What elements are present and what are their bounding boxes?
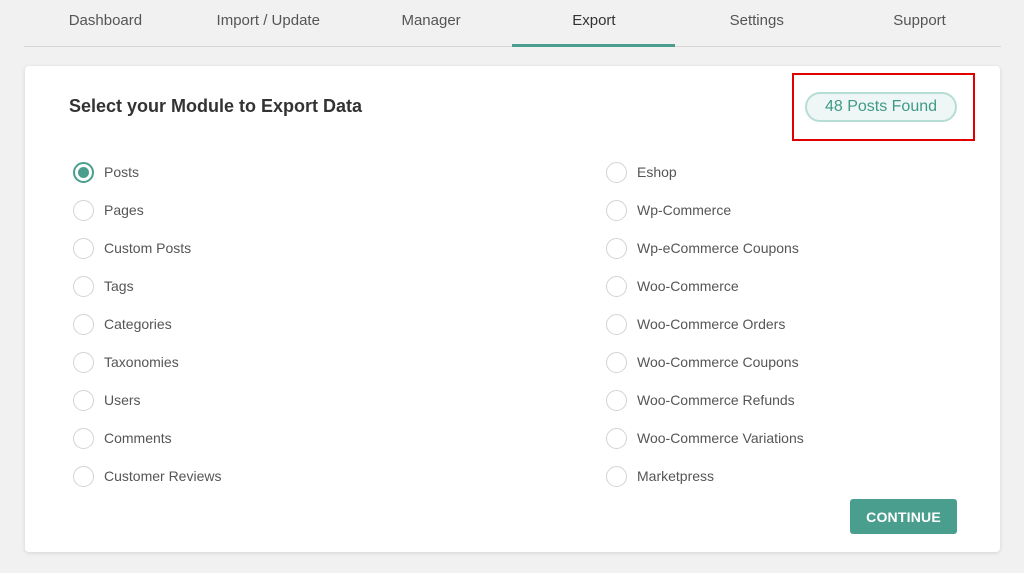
module-option-comments[interactable]: Comments xyxy=(73,419,221,457)
radio-button[interactable] xyxy=(606,237,627,259)
module-list-left: Posts Pages Custom Posts Tags Categories… xyxy=(73,153,221,495)
module-label: Woo-Commerce xyxy=(637,278,739,294)
radio-button[interactable] xyxy=(73,237,94,259)
module-option-eshop[interactable]: Eshop xyxy=(606,153,804,191)
module-option-taxonomies[interactable]: Taxonomies xyxy=(73,343,221,381)
module-label: Comments xyxy=(104,430,172,446)
module-list-right: Eshop Wp-Commerce Wp-eCommerce Coupons W… xyxy=(606,153,804,495)
radio-button[interactable] xyxy=(606,199,627,221)
module-option-posts[interactable]: Posts xyxy=(73,153,221,191)
export-card: Select your Module to Export Data 48 Pos… xyxy=(25,66,1000,552)
tab-bar: Dashboard Import / Update Manager Export… xyxy=(24,0,1001,47)
tab-export[interactable]: Export xyxy=(512,0,676,47)
radio-button[interactable] xyxy=(606,351,627,373)
module-option-users[interactable]: Users xyxy=(73,381,221,419)
module-label: Categories xyxy=(104,316,172,332)
module-label: Woo-Commerce Variations xyxy=(637,430,804,446)
tab-support[interactable]: Support xyxy=(838,0,1001,46)
radio-button[interactable] xyxy=(606,313,627,335)
module-label: Pages xyxy=(104,202,144,218)
module-option-woo-commerce-orders[interactable]: Woo-Commerce Orders xyxy=(606,305,804,343)
tab-import-update[interactable]: Import / Update xyxy=(187,0,350,46)
radio-button[interactable] xyxy=(606,275,627,297)
module-label: Customer Reviews xyxy=(104,468,222,484)
page-title: Select your Module to Export Data xyxy=(69,96,363,116)
module-label: Eshop xyxy=(637,164,677,180)
radio-button[interactable] xyxy=(73,161,94,183)
radio-button[interactable] xyxy=(606,161,627,183)
radio-button[interactable] xyxy=(606,465,627,487)
module-label: Wp-Commerce xyxy=(637,202,732,218)
module-option-wp-ecommerce-coupons[interactable]: Wp-eCommerce Coupons xyxy=(606,229,804,267)
radio-button[interactable] xyxy=(73,351,94,373)
module-option-customer-reviews[interactable]: Customer Reviews xyxy=(73,457,221,495)
module-option-marketpress[interactable]: Marketpress xyxy=(606,457,804,495)
module-label: Posts xyxy=(104,164,140,180)
module-option-woo-commerce-refunds[interactable]: Woo-Commerce Refunds xyxy=(606,381,804,419)
module-option-wp-commerce[interactable]: Wp-Commerce xyxy=(606,191,804,229)
module-label: Wp-eCommerce Coupons xyxy=(637,240,799,256)
module-option-custom-posts[interactable]: Custom Posts xyxy=(73,229,221,267)
tab-settings[interactable]: Settings xyxy=(675,0,838,46)
module-option-woo-commerce[interactable]: Woo-Commerce xyxy=(606,267,804,305)
posts-found-badge: 48 Posts Found xyxy=(805,92,957,122)
module-option-tags[interactable]: Tags xyxy=(73,267,221,305)
module-option-categories[interactable]: Categories xyxy=(73,305,221,343)
module-option-woo-commerce-variations[interactable]: Woo-Commerce Variations xyxy=(606,419,804,457)
module-label: Woo-Commerce Coupons xyxy=(637,354,799,370)
module-label: Taxonomies xyxy=(104,354,179,370)
radio-button[interactable] xyxy=(606,427,627,449)
radio-button[interactable] xyxy=(73,465,94,487)
radio-button[interactable] xyxy=(73,389,94,411)
tab-dashboard[interactable]: Dashboard xyxy=(24,0,187,46)
continue-button[interactable]: CONTINUE xyxy=(850,499,957,534)
module-label: Woo-Commerce Refunds xyxy=(637,392,795,408)
module-label: Woo-Commerce Orders xyxy=(637,316,786,332)
tab-manager[interactable]: Manager xyxy=(350,0,513,46)
module-option-pages[interactable]: Pages xyxy=(73,191,221,229)
module-option-woo-commerce-coupons[interactable]: Woo-Commerce Coupons xyxy=(606,343,804,381)
radio-button[interactable] xyxy=(73,199,94,221)
radio-button[interactable] xyxy=(73,427,94,449)
radio-button[interactable] xyxy=(73,275,94,297)
module-label: Custom Posts xyxy=(104,240,192,256)
module-label: Users xyxy=(104,392,141,408)
module-label: Marketpress xyxy=(637,468,715,484)
module-label: Tags xyxy=(104,278,134,294)
radio-button[interactable] xyxy=(606,389,627,411)
radio-button[interactable] xyxy=(73,313,94,335)
